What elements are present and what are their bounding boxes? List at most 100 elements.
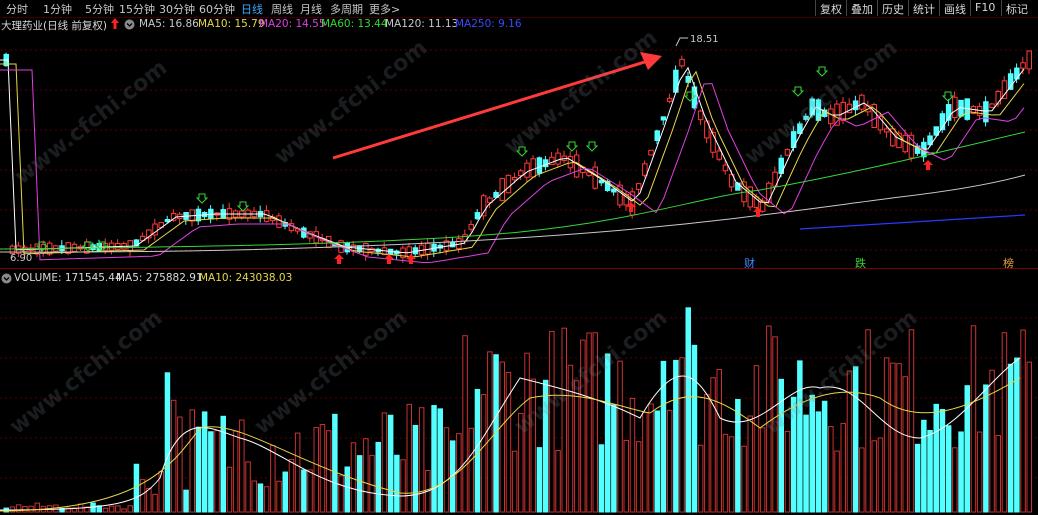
volume-bar — [232, 430, 239, 513]
volume-bar — [220, 415, 226, 513]
volume-bar — [995, 434, 1001, 513]
candle-body — [902, 134, 908, 153]
volume-bar — [263, 486, 270, 513]
volume-indicator-line: VOLUME: 171545.44 MA5: 275882.91 MA10: 2… — [0, 271, 1038, 286]
candle-body — [679, 58, 685, 67]
volume-bar — [394, 454, 400, 513]
volume-bar — [34, 502, 40, 513]
volume-bar — [28, 505, 34, 513]
volume-bar — [276, 480, 282, 513]
volume-bar — [722, 433, 729, 513]
tab-more[interactable]: 更多> — [369, 1, 400, 17]
volume-bar — [759, 427, 766, 513]
volume-bar — [821, 400, 828, 513]
volume-bar — [325, 430, 332, 513]
up-arrow-icon — [110, 17, 120, 33]
volume-bar — [958, 431, 964, 513]
buy-signal-icon — [334, 254, 344, 264]
stock-title: 大理药业(日线 前复权) — [1, 20, 108, 32]
high-price-leader — [675, 37, 688, 47]
candle-body — [859, 94, 865, 110]
mark-button[interactable]: 标记 — [1001, 0, 1038, 16]
volume-bar — [282, 471, 288, 513]
volume-bar — [623, 439, 629, 513]
volume-bar — [815, 411, 822, 513]
tab-multi-period[interactable]: 多周期 — [330, 1, 363, 17]
volume-bar — [257, 483, 264, 513]
volume-bar — [679, 357, 685, 513]
volume-bar — [828, 426, 834, 513]
tab-daily[interactable]: 日线 — [241, 1, 263, 17]
volume-bar — [245, 461, 251, 513]
overlay-button[interactable]: 叠加 — [846, 0, 877, 16]
tab-15min[interactable]: 15分钟 — [119, 1, 155, 17]
volume-bar — [350, 442, 357, 513]
sell-signal-icon — [815, 66, 829, 77]
volume-bar — [871, 440, 877, 513]
volume-bar — [356, 455, 363, 513]
volume-bar — [208, 431, 214, 513]
volume-bar — [952, 447, 958, 513]
volume-bar — [226, 466, 233, 513]
volume-bar — [611, 404, 617, 513]
volume-bar — [400, 459, 406, 513]
volume-bar — [1020, 329, 1026, 513]
settings-icon[interactable] — [124, 19, 135, 33]
draw-button[interactable]: 画线 — [939, 0, 970, 16]
ma10-value: MA10: 15.79 — [198, 18, 265, 30]
candle-body — [567, 155, 574, 169]
candle-body — [952, 96, 958, 119]
volume-bar — [896, 363, 902, 513]
tab-monthly[interactable]: 月线 — [300, 1, 322, 17]
candle-body — [499, 178, 505, 201]
volume-bar — [363, 438, 369, 513]
volume-bar — [22, 505, 28, 513]
sell-signal-icon — [195, 193, 209, 204]
volume-bar — [487, 351, 493, 513]
volume-bar — [741, 445, 747, 513]
volume-bar — [387, 414, 394, 513]
tab-5min[interactable]: 5分钟 — [85, 1, 114, 17]
candle-body — [697, 110, 704, 121]
volume-bar — [908, 329, 915, 513]
volume-bar — [778, 378, 784, 513]
tab-1min[interactable]: 1分钟 — [43, 1, 72, 17]
volume-bar — [549, 330, 555, 513]
f10-button[interactable]: F10 — [970, 0, 999, 16]
tab-60min[interactable]: 60分钟 — [199, 1, 235, 17]
candle-body — [555, 152, 561, 165]
event-marker: 榜 — [1003, 256, 1014, 268]
volume-bar — [288, 458, 295, 513]
volume-bar — [704, 393, 710, 513]
candle-body — [530, 158, 536, 178]
volume-bar — [313, 427, 319, 513]
candle-body — [474, 212, 481, 220]
stats-button[interactable]: 统计 — [908, 0, 939, 16]
history-button[interactable]: 历史 — [877, 0, 908, 16]
volume-bar — [784, 430, 791, 513]
volume-bar — [716, 369, 722, 513]
volume-bar — [369, 454, 375, 513]
candle-body — [648, 149, 654, 156]
adjust-button[interactable]: 复权 — [815, 0, 846, 16]
volume-bar — [976, 431, 983, 513]
volume-bar — [648, 403, 654, 513]
volume-bar — [617, 360, 623, 513]
volume-bar — [883, 357, 890, 513]
volume-settings-icon[interactable] — [1, 273, 12, 287]
tab-timeline[interactable]: 分时 — [6, 1, 28, 17]
volume-bar — [511, 450, 518, 513]
volume-bar — [728, 436, 735, 513]
sell-signal-icon — [565, 141, 579, 152]
volume-bar — [115, 505, 121, 513]
volume-bar — [468, 427, 474, 513]
volume-bar — [939, 409, 946, 513]
ma250-line — [799, 214, 1026, 230]
volume-bar — [604, 353, 611, 513]
volume-bar — [195, 426, 202, 513]
volume-bar — [834, 450, 840, 513]
tab-30min[interactable]: 30分钟 — [159, 1, 195, 17]
volume-bar — [685, 307, 691, 513]
candle-body — [536, 157, 543, 174]
tab-weekly[interactable]: 周线 — [271, 1, 293, 17]
